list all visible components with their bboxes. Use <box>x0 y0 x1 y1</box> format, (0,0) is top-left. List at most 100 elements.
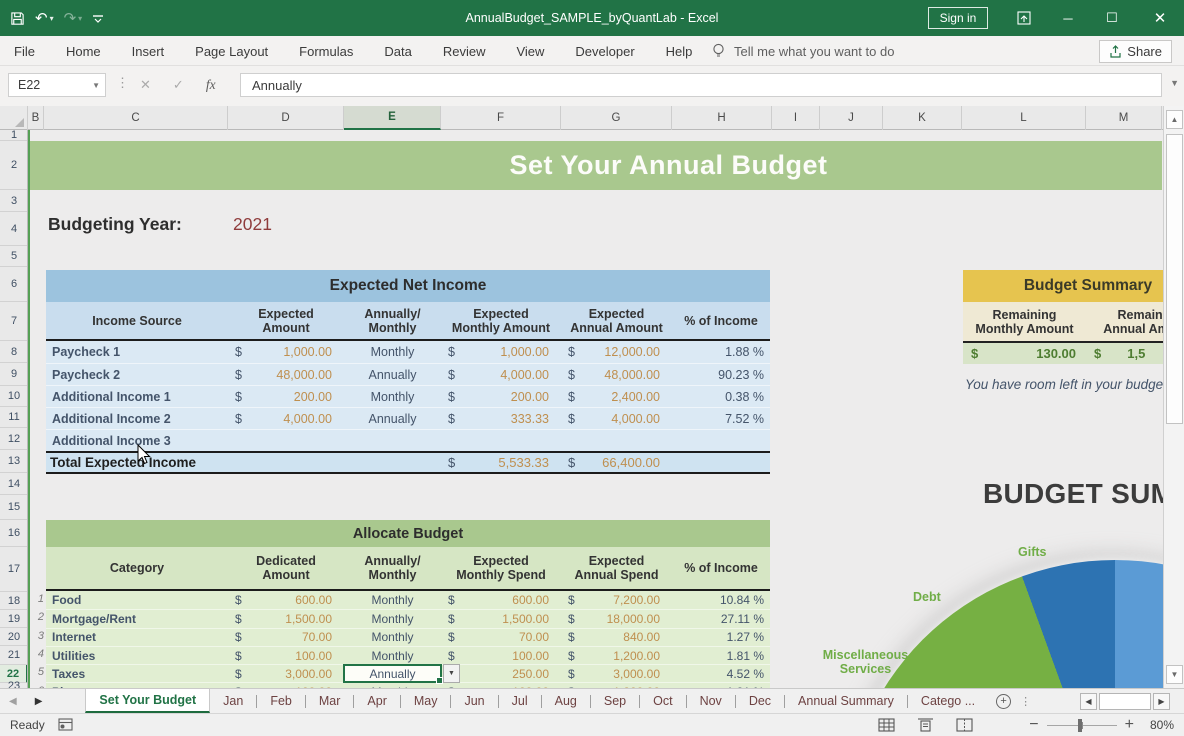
amount-cell[interactable]: $12,000.00 <box>561 341 672 363</box>
percent-cell[interactable]: 1.27 % <box>672 629 770 646</box>
percent-cell[interactable]: 1.81 % <box>672 647 770 664</box>
percent-cell[interactable] <box>672 430 770 451</box>
category-cell[interactable]: Mortgage/Rent <box>46 610 228 627</box>
insert-function-icon[interactable]: fx <box>206 77 216 93</box>
budget-row-internet[interactable]: Internet$70.00Monthly$70.00$840.001.27 % <box>46 628 770 646</box>
column-header-D[interactable]: D <box>228 106 344 130</box>
macro-record-icon[interactable] <box>58 718 73 731</box>
column-header-B[interactable]: B <box>28 106 44 130</box>
tab-view[interactable]: View <box>516 44 544 59</box>
amount-cell[interactable]: $2,400.00 <box>561 386 672 407</box>
amount-cell[interactable]: $600.00 <box>228 591 344 609</box>
row-header-5[interactable]: 5 <box>0 246 28 267</box>
redo-button[interactable]: ↷▾ <box>64 9 83 27</box>
zoom-slider-thumb[interactable] <box>1078 719 1082 732</box>
minimize-button[interactable]: ─ <box>1048 0 1088 36</box>
column-header-L[interactable]: L <box>962 106 1086 130</box>
scroll-left-icon[interactable]: ◀ <box>1080 693 1097 710</box>
normal-view-icon[interactable] <box>878 718 895 732</box>
cancel-entry-icon[interactable]: ✕ <box>140 77 151 93</box>
sheet-tab-set-your-budget[interactable]: Set Your Budget <box>85 689 210 713</box>
amount-cell[interactable]: $200.00 <box>228 386 344 407</box>
amount-cell[interactable] <box>228 430 344 451</box>
row-header-16[interactable]: 16 <box>0 520 28 547</box>
amount-cell[interactable]: $7,200.00 <box>561 591 672 609</box>
frequency-cell[interactable]: Annually <box>344 364 441 385</box>
tab-file[interactable]: File <box>14 44 35 59</box>
tab-formulas[interactable]: Formulas <box>299 44 353 59</box>
sheet-tab-feb[interactable]: Feb <box>257 689 305 713</box>
row-header-1[interactable]: 1 <box>0 130 28 141</box>
row-header-18[interactable]: 18 <box>0 592 28 610</box>
income-row-paycheck-1[interactable]: Paycheck 1$1,000.00Monthly$1,000.00$12,0… <box>46 341 770 363</box>
select-all-button[interactable] <box>0 106 28 130</box>
amount-cell[interactable]: $1,000.00 <box>228 341 344 363</box>
percent-cell[interactable]: 4.52 % <box>672 665 770 682</box>
percent-cell[interactable]: 10.84 % <box>672 591 770 609</box>
undo-dropdown-icon[interactable]: ▾ <box>50 14 54 23</box>
worksheet-area[interactable]: Set Your Annual Budget Budgeting Year: 2… <box>28 130 1163 688</box>
ribbon-display-options-icon[interactable] <box>1004 0 1044 36</box>
share-button[interactable]: Share <box>1099 40 1172 63</box>
remaining-annual-value[interactable]: $1,5 <box>1086 343 1163 364</box>
sheet-tab-oct[interactable]: Oct <box>640 689 685 713</box>
vertical-scrollbar-thumb[interactable] <box>1166 134 1183 424</box>
frequency-cell[interactable]: Monthly <box>344 647 441 664</box>
sheet-tab-may[interactable]: May <box>401 689 451 713</box>
column-header-F[interactable]: F <box>441 106 561 130</box>
horizontal-scrollbar[interactable]: ◀ ▶ <box>1080 689 1184 713</box>
scroll-down-icon[interactable]: ▼ <box>1166 665 1183 684</box>
tab-help[interactable]: Help <box>666 44 693 59</box>
income-source-cell[interactable]: Additional Income 2 <box>46 408 228 429</box>
sheet-nav-right-icon[interactable]: ▶ <box>26 689 52 713</box>
income-total-row[interactable]: Total Expected Income $5,533.33 $66,400.… <box>46 451 770 474</box>
column-header-I[interactable]: I <box>772 106 820 130</box>
expand-formula-bar-icon[interactable]: ▼ <box>1170 78 1179 88</box>
amount-cell[interactable]: $200.00 <box>441 386 561 407</box>
frequency-cell[interactable]: Monthly <box>344 629 441 646</box>
row-header-14[interactable]: 14 <box>0 473 28 495</box>
amount-cell[interactable]: $3,000.00 <box>228 665 344 682</box>
amount-cell[interactable]: $333.33 <box>441 408 561 429</box>
amount-cell[interactable]: $1,200.00 <box>561 647 672 664</box>
row-header-15[interactable]: 15 <box>0 495 28 520</box>
income-source-cell[interactable]: Paycheck 2 <box>46 364 228 385</box>
page-layout-view-icon[interactable] <box>917 718 934 732</box>
amount-cell[interactable]: $3,000.00 <box>561 665 672 682</box>
amount-cell[interactable]: $48,000.00 <box>561 364 672 385</box>
zoom-level-label[interactable]: 80% <box>1150 718 1174 732</box>
tab-insert[interactable]: Insert <box>132 44 165 59</box>
category-cell[interactable]: Food <box>46 591 228 609</box>
confirm-entry-icon[interactable]: ✓ <box>173 77 184 93</box>
percent-cell[interactable]: 27.11 % <box>672 610 770 627</box>
row-header-21[interactable]: 21 <box>0 646 28 665</box>
sheet-tab-mar[interactable]: Mar <box>306 689 354 713</box>
amount-cell[interactable]: $1,500.00 <box>228 610 344 627</box>
sheet-tab-jun[interactable]: Jun <box>451 689 497 713</box>
income-row-additional-income-1[interactable]: Additional Income 1$200.00Monthly$200.00… <box>46 385 770 407</box>
name-box[interactable]: E22 ▼ <box>8 73 106 97</box>
row-header-2[interactable]: 2 <box>0 141 28 190</box>
amount-cell[interactable]: $4,000.00 <box>228 408 344 429</box>
column-header-G[interactable]: G <box>561 106 672 130</box>
budgeting-year-value[interactable]: 2021 <box>233 214 272 235</box>
tab-home[interactable]: Home <box>66 44 101 59</box>
row-header-17[interactable]: 17 <box>0 547 28 592</box>
redo-dropdown-icon[interactable]: ▾ <box>78 14 82 23</box>
sheet-tab-jul[interactable]: Jul <box>499 689 541 713</box>
sheet-nav-left-icon[interactable]: ◀ <box>0 689 26 713</box>
frequency-cell[interactable] <box>344 430 441 451</box>
income-row-paycheck-2[interactable]: Paycheck 2$48,000.00Annually$4,000.00$48… <box>46 363 770 385</box>
sheet-tab-aug[interactable]: Aug <box>542 689 590 713</box>
sheet-tab-catego-[interactable]: Catego ... <box>908 689 988 713</box>
column-header-J[interactable]: J <box>820 106 883 130</box>
frequency-cell[interactable]: Monthly <box>344 610 441 627</box>
zoom-in-icon[interactable]: + <box>1125 716 1134 734</box>
amount-cell[interactable]: $18,000.00 <box>561 610 672 627</box>
income-row-additional-income-2[interactable]: Additional Income 2$4,000.00Annually$333… <box>46 407 770 429</box>
amount-cell[interactable] <box>441 430 561 451</box>
tab-developer[interactable]: Developer <box>575 44 634 59</box>
amount-cell[interactable]: $100.00 <box>228 647 344 664</box>
undo-button[interactable]: ↶▾ <box>35 9 54 27</box>
formula-input[interactable]: Annually <box>240 73 1162 97</box>
